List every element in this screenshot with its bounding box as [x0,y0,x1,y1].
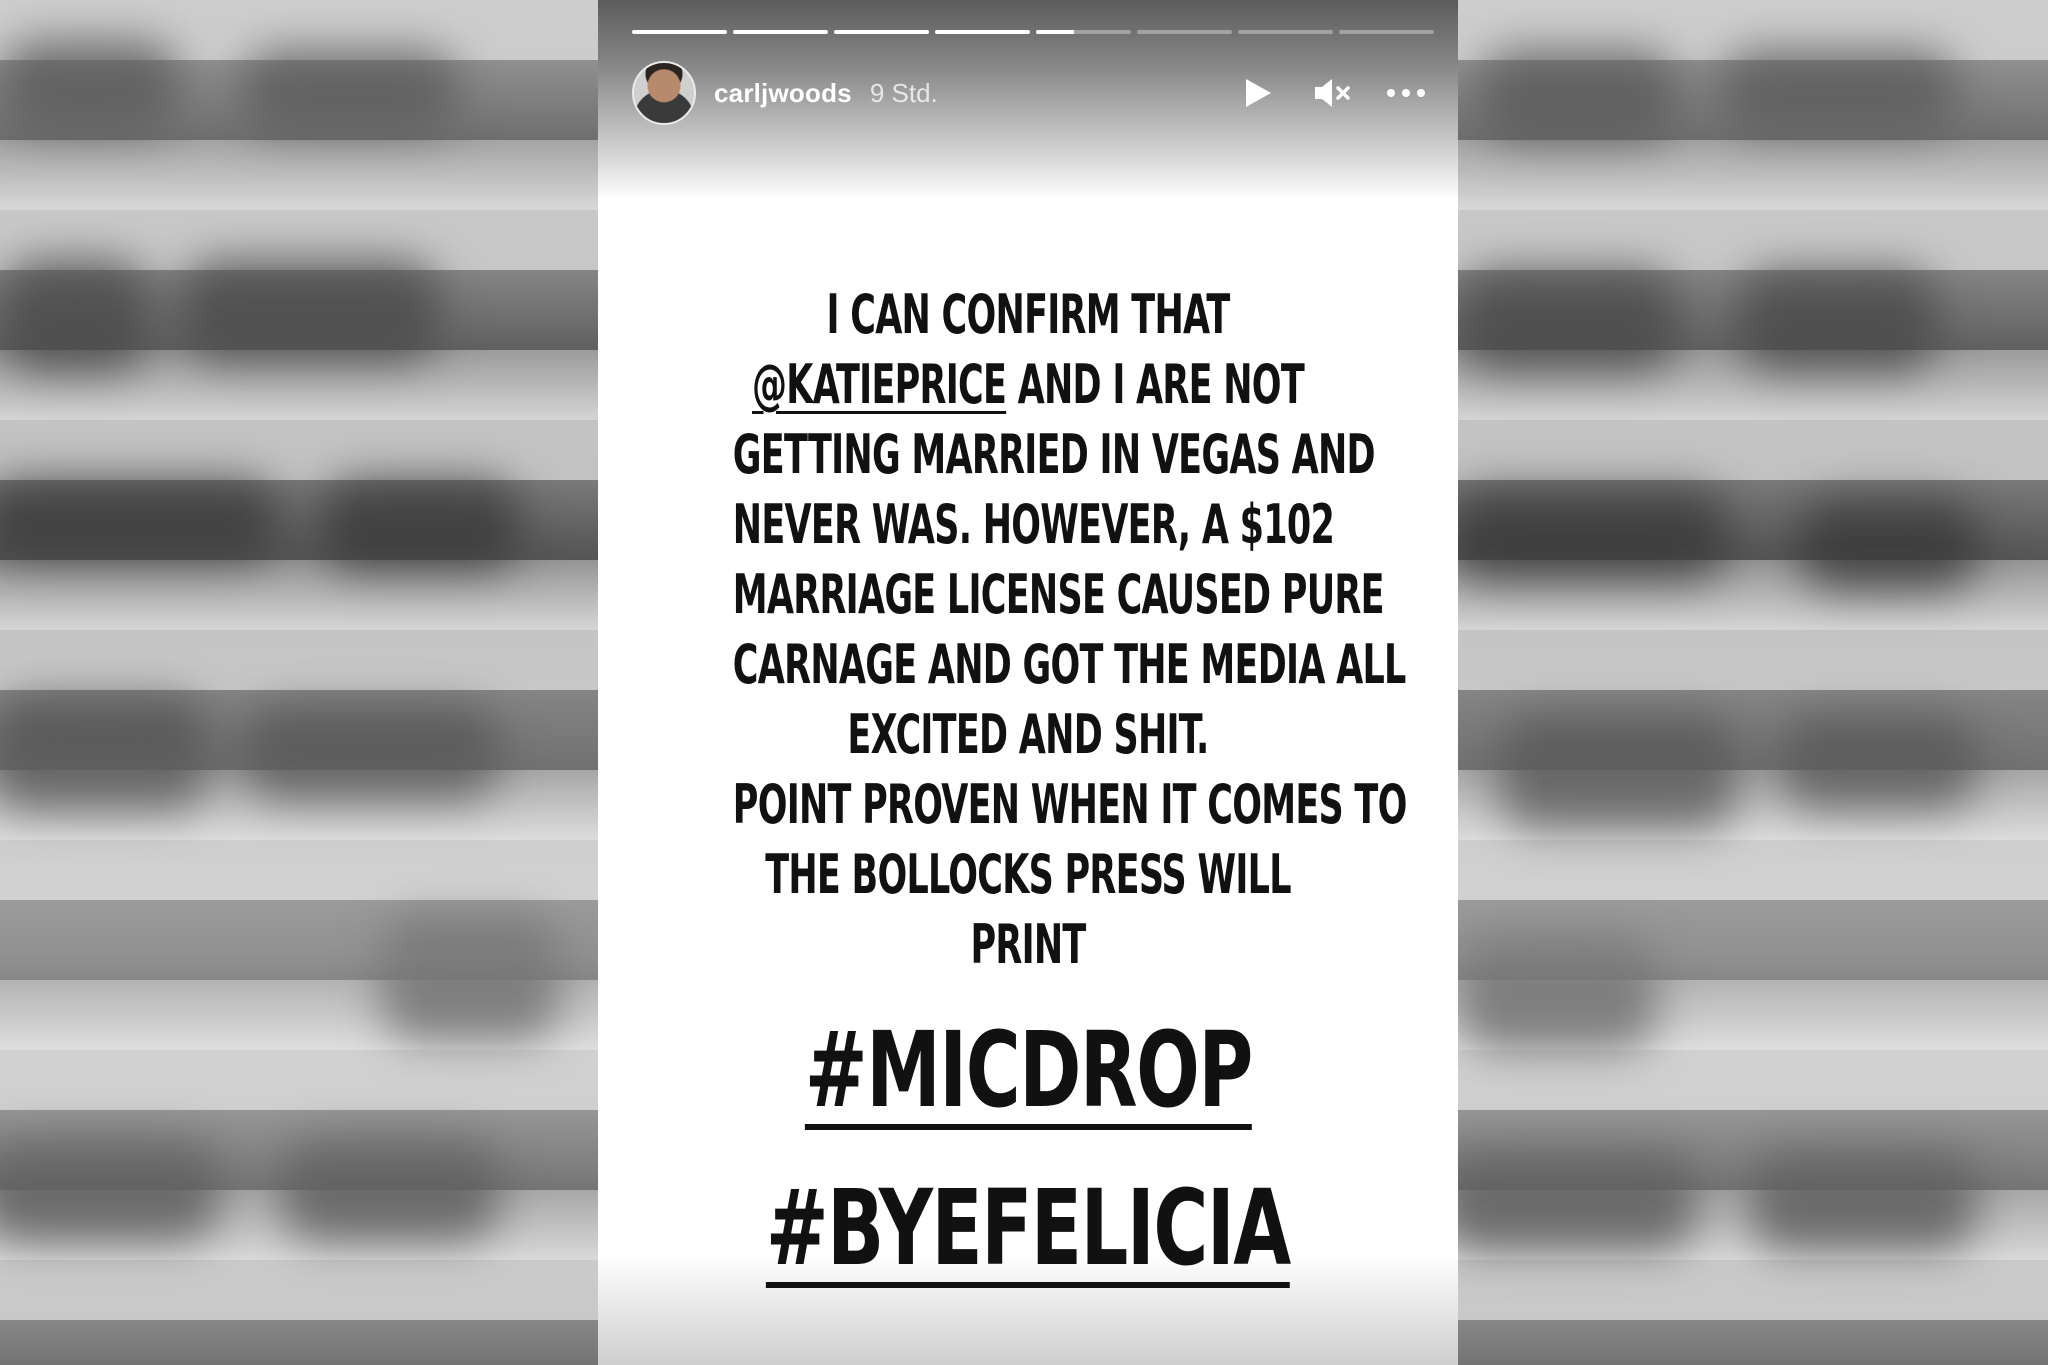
message-line: THE BOLLOCKS PRESS WILL [765,843,1291,906]
progress-segment-fill [1036,30,1074,34]
story-header: carljwoods 9 Std. [632,60,1434,126]
story-progress-bar[interactable] [632,30,1434,34]
progress-segment [1137,30,1232,34]
progress-segment [1036,30,1131,34]
message-line-rest: AND I ARE NOT [1006,353,1305,416]
story-message: I CAN CONFIRM THAT @KATIEPRICE AND I ARE… [732,280,1408,980]
progress-segment [1339,30,1434,34]
message-line: EXCITED AND SHIT. [847,703,1209,766]
mention-link[interactable]: @KATIEPRICE [752,353,1007,416]
message-line: POINT PROVEN WHEN IT COMES TO [732,773,1408,836]
play-button[interactable] [1238,73,1278,113]
progress-segment [1238,30,1333,34]
progress-segment [632,30,727,34]
message-line: NEVER WAS. HOWEVER, A $102 [732,493,1335,556]
hashtag-byefelicia[interactable]: #BYEFELICIA [766,1168,1291,1288]
play-icon [1246,79,1271,107]
hashtag-micdrop[interactable]: #MICDROP [805,1010,1253,1130]
more-dots-icon [1387,89,1425,97]
hashtag-block-1: #MICDROP [598,1010,1458,1130]
speaker-muted-icon [1315,79,1350,107]
username[interactable]: carljwoods [714,78,852,109]
story-text-content: I CAN CONFIRM THAT @KATIEPRICE AND I ARE… [598,280,1458,980]
blurred-background-left [0,0,598,1365]
story-card[interactable]: carljwoods 9 Std. I CAN CONFIRM THAT @KA… [598,0,1458,1365]
progress-segment [935,30,1030,34]
message-line: MARRIAGE LICENSE CAUSED PURE [732,563,1385,626]
avatar[interactable] [632,61,696,125]
message-line: @KATIEPRICE AND I ARE NOT [733,350,1323,420]
message-line: CARNAGE AND GOT THE MEDIA ALL [732,633,1407,696]
more-button[interactable] [1386,73,1426,113]
screenshot-stage: carljwoods 9 Std. I CAN CONFIRM THAT @KA… [0,0,2048,1365]
timestamp: 9 Std. [869,77,938,108]
blurred-background-right [1458,0,2048,1365]
message-line: PRINT [970,913,1086,976]
message-line: I CAN CONFIRM THAT [826,283,1231,346]
progress-segment [733,30,828,34]
progress-segment-fill [733,30,828,34]
progress-segment-fill [935,30,1030,34]
progress-segment-fill [632,30,727,34]
hashtag-block-2: #BYEFELICIA [598,1168,1458,1288]
story-controls [1238,73,1426,113]
progress-segment [834,30,929,34]
message-line: GETTING MARRIED IN VEGAS AND [732,423,1376,486]
mute-button[interactable] [1312,73,1352,113]
progress-segment-fill [834,30,929,34]
